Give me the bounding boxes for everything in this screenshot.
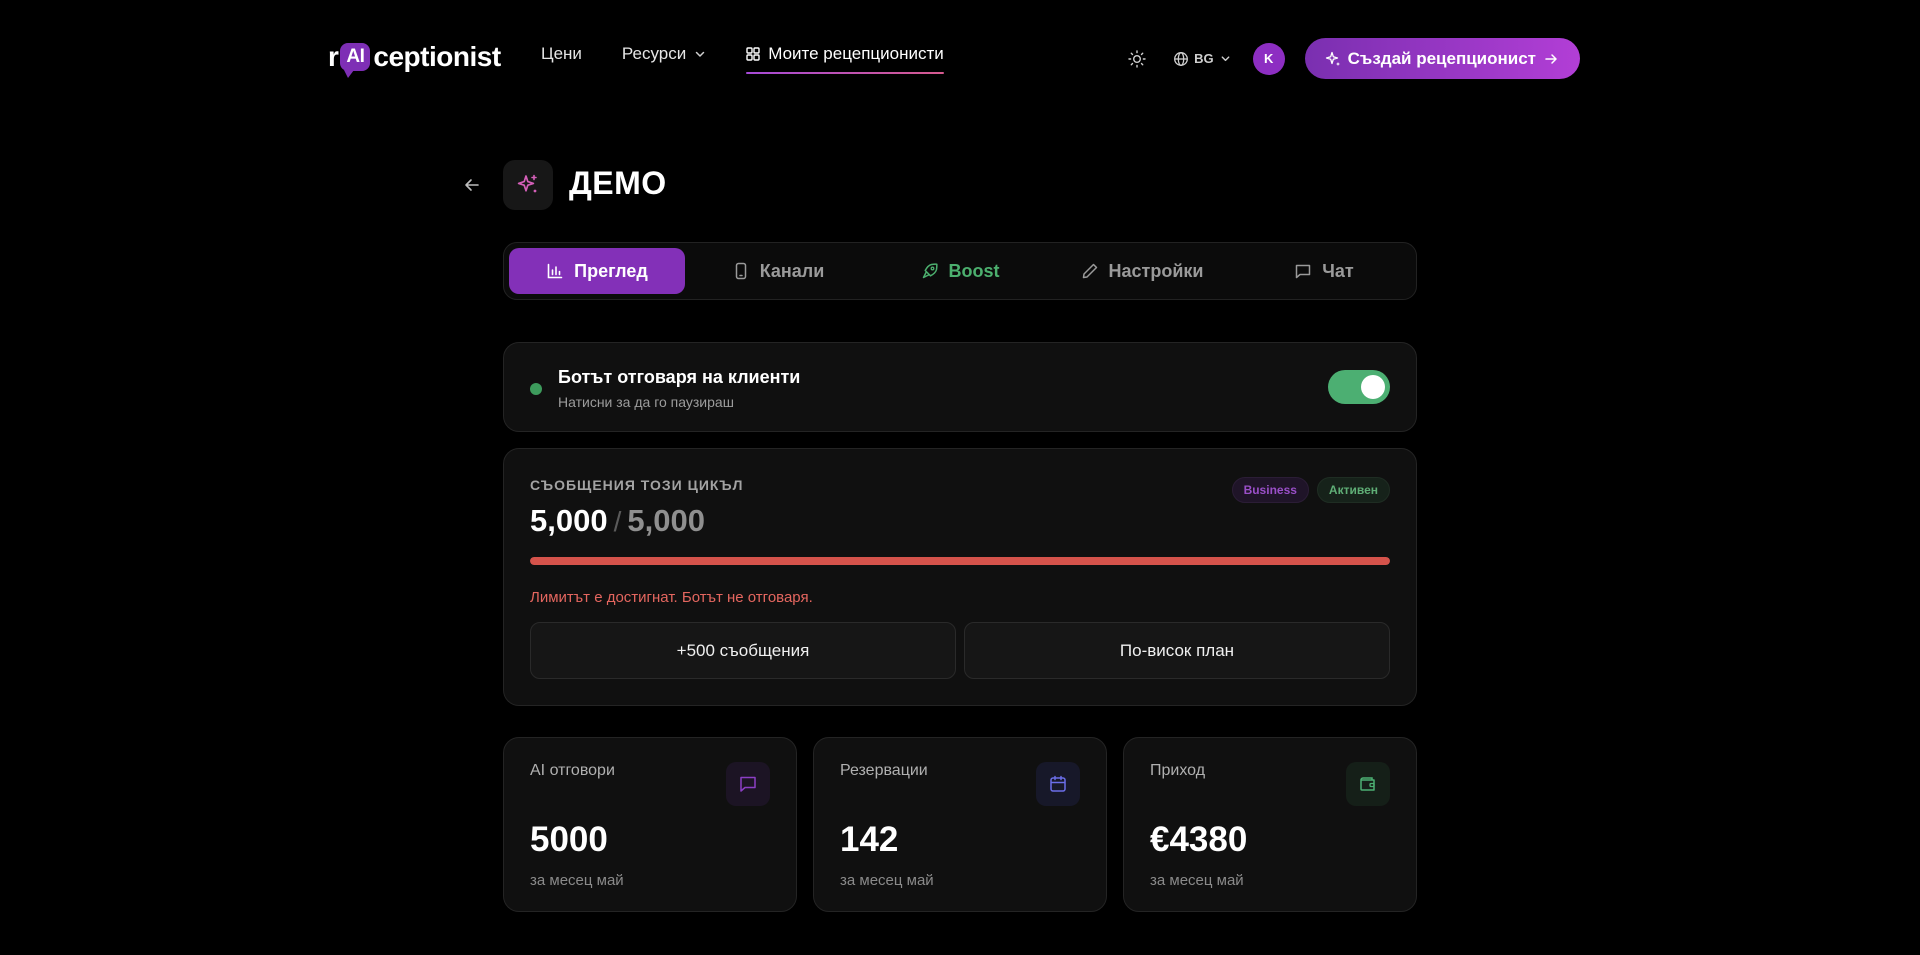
status-dot <box>530 383 542 395</box>
nav-prices[interactable]: Цени <box>541 44 582 64</box>
calendar-icon <box>1036 762 1080 806</box>
stat-value: 142 <box>840 820 899 859</box>
stat-period: за месец май <box>1150 872 1244 889</box>
logo-ai-text: AI <box>346 46 365 67</box>
tab-boost-label: Boost <box>948 260 1000 281</box>
messages-count: 5,000 / 5,000 <box>530 503 705 539</box>
chevron-down-icon <box>694 48 706 60</box>
language-selector[interactable]: BG <box>1173 51 1231 67</box>
phone-icon <box>732 262 750 280</box>
message-square-icon <box>726 762 770 806</box>
plan-badges: Business Активен <box>1231 477 1390 503</box>
globe-icon <box>1173 51 1189 67</box>
theme-toggle-sun-icon[interactable] <box>1127 49 1147 69</box>
tab-settings-label: Настройки <box>1108 260 1204 281</box>
usage-progress-bar <box>530 557 1390 565</box>
top-header: r AI ceptionist Цени Ресурси Моите рецеп… <box>0 0 1920 116</box>
tab-overview-label: Преглед <box>574 260 648 281</box>
back-arrow-icon[interactable] <box>462 175 482 195</box>
sparkles-icon <box>1325 51 1341 67</box>
arrow-right-icon <box>1544 52 1558 66</box>
tab-bar: Преглед Канали Boost Настройки Чат <box>503 242 1417 300</box>
logo-prefix: r <box>328 41 339 72</box>
nav-resources-label: Ресурси <box>621 44 687 63</box>
create-receptionist-button[interactable]: Създай рецепционист <box>1304 38 1580 79</box>
upgrade-plan-button[interactable]: По-висок план <box>964 622 1390 679</box>
stat-label: AI отговори <box>530 762 615 779</box>
plan-badge: Business <box>1231 477 1309 503</box>
tab-channels-label: Канали <box>759 260 825 281</box>
tab-settings[interactable]: Настройки <box>1054 248 1230 294</box>
usage-progress-fill <box>530 557 1390 565</box>
stat-card-revenue: Приход €4380 за месец май <box>1123 737 1417 912</box>
status-badge: Активен <box>1316 477 1390 503</box>
rocket-icon <box>921 262 939 280</box>
buy-500-messages-button[interactable]: +500 съобщения <box>530 622 956 679</box>
create-receptionist-label: Създай рецепционист <box>1347 48 1536 68</box>
limit-warning: Лимитът е достигнат. Ботът не отговаря. <box>530 589 813 606</box>
toggle-knob <box>1361 375 1385 399</box>
stat-card-reservations: Резервации 142 за месец май <box>813 737 1107 912</box>
bot-status-subtitle: Натисни за да го паузираш <box>558 394 734 410</box>
bot-status-card[interactable]: Ботът отговаря на клиенти Натисни за да … <box>503 342 1417 432</box>
wallet-icon <box>1346 762 1390 806</box>
logo-ai-bubble: AI <box>340 43 371 78</box>
logo[interactable]: r AI ceptionist <box>328 38 501 78</box>
page-title: ДЕМО <box>569 165 667 201</box>
tab-overview[interactable]: Преглед <box>509 248 685 294</box>
tab-boost[interactable]: Boost <box>872 248 1048 294</box>
messages-separator: / <box>613 506 622 537</box>
language-code: BG <box>1194 51 1214 66</box>
chevron-down-icon <box>1220 53 1231 64</box>
stat-card-ai-replies: AI отговори 5000 за месец май <box>503 737 797 912</box>
bot-enabled-toggle[interactable] <box>1328 370 1390 404</box>
grid-icon <box>746 47 760 61</box>
stat-label: Резервации <box>840 762 928 779</box>
main-nav: Цени Ресурси Моите рецепционисти <box>541 44 944 74</box>
stat-period: за месец май <box>840 872 934 889</box>
chat-icon <box>1294 262 1312 280</box>
avatar[interactable]: K <box>1252 42 1285 75</box>
tab-chat-label: Чат <box>1322 260 1354 281</box>
stat-period: за месец май <box>530 872 624 889</box>
bot-status-title: Ботът отговаря на клиенти <box>558 367 801 387</box>
stat-value: 5000 <box>530 820 608 859</box>
messages-cycle-label: СЪОБЩЕНИЯ ТОЗИ ЦИКЪЛ <box>530 477 744 493</box>
messages-used: 5,000 <box>530 503 608 538</box>
tab-channels[interactable]: Канали <box>690 248 866 294</box>
logo-suffix: ceptionist <box>373 41 501 72</box>
sparkles-icon <box>503 160 553 210</box>
header-actions: BG K Създай рецепционист <box>1127 38 1580 79</box>
nav-my-receptionists-label: Моите рецепционисти <box>768 44 944 63</box>
pencil-icon <box>1081 262 1099 280</box>
messages-limit: 5,000 <box>627 503 705 538</box>
stat-value: €4380 <box>1150 820 1248 859</box>
nav-my-receptionists[interactable]: Моите рецепционисти <box>746 44 944 74</box>
nav-resources[interactable]: Ресурси <box>622 44 706 64</box>
bar-chart-icon <box>546 262 564 280</box>
messages-usage-card: СЪОБЩЕНИЯ ТОЗИ ЦИКЪЛ 5,000 / 5,000 Busin… <box>503 448 1417 706</box>
stat-label: Приход <box>1150 762 1206 779</box>
tab-chat[interactable]: Чат <box>1236 248 1412 294</box>
